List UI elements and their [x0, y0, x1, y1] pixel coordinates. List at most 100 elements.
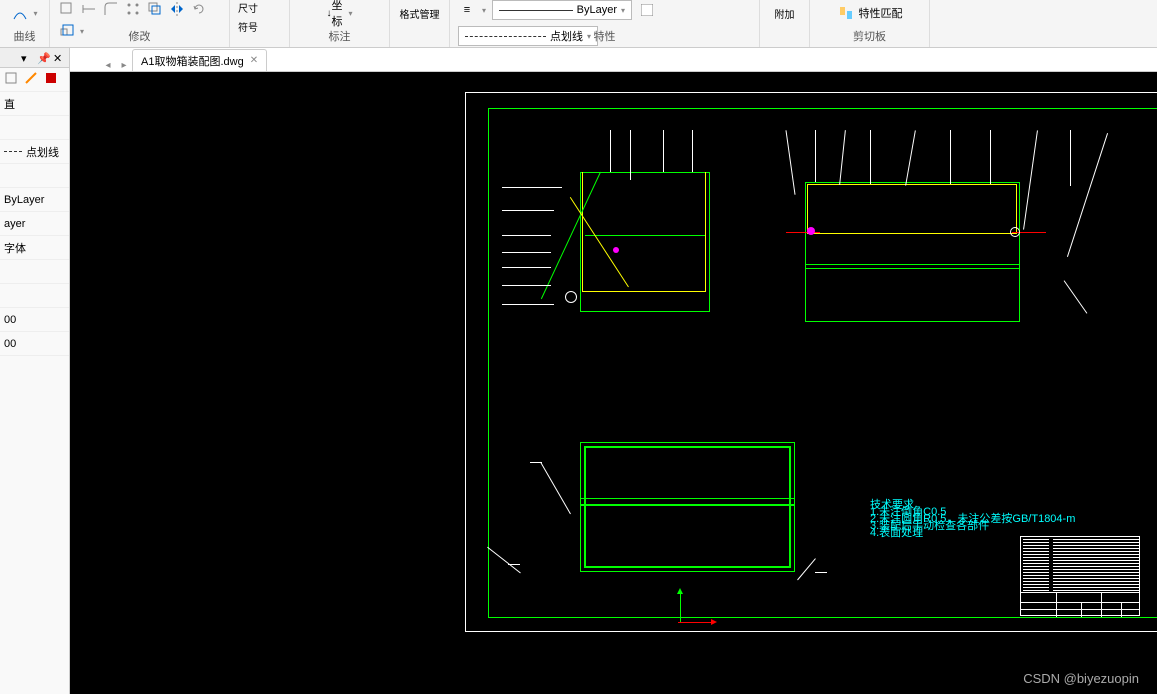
coord-icon[interactable]: ↓坐标: [326, 4, 344, 22]
attach-label: 附加: [775, 6, 795, 21]
extend-icon[interactable]: [80, 0, 98, 18]
ribbon-label-annotate: 标注: [329, 28, 351, 44]
ribbon-group-curve: ▾ 曲线: [0, 0, 50, 47]
ribbon-group-dim1: 尺寸 符号: [230, 0, 290, 47]
prop-v2-text: 00: [4, 338, 16, 350]
tb-line: [1121, 602, 1122, 617]
leader: [870, 130, 871, 184]
centerline-red: [786, 232, 820, 233]
circle-detail: [565, 291, 577, 303]
lineweight-icon[interactable]: ≡: [458, 1, 476, 19]
leader: [1070, 130, 1071, 186]
dropdown-icon[interactable]: ▾: [482, 6, 486, 15]
ribbon-label-modify: 修改: [129, 28, 151, 44]
tab-prev-icon[interactable]: ◂: [100, 60, 116, 71]
dim-label-partial: 尺寸: [238, 0, 258, 15]
technical-notes: 技术要求 1.未注倒角C0.5 2.未注圆角R0.5，未注公差按GB/T1804…: [870, 502, 1075, 537]
leader: [502, 187, 562, 188]
prop-row-linetype[interactable]: 点划线: [0, 140, 69, 164]
prop-v1-text: 00: [4, 314, 16, 326]
leader: [502, 252, 551, 253]
prop-row-layer[interactable]: ayer: [0, 212, 69, 236]
fillet-icon[interactable]: [102, 0, 120, 18]
document-tab-bar: ◂ ▸ A1取物箱装配图.dwg ✕: [70, 48, 1157, 72]
trim-icon[interactable]: [58, 0, 76, 18]
scale-icon[interactable]: [58, 22, 76, 40]
tool1-icon[interactable]: [4, 71, 18, 88]
menu-icon[interactable]: ▾: [21, 52, 33, 64]
pin-icon[interactable]: 📌: [37, 52, 49, 64]
ribbon-group-properties: ≡ ▾ ByLayer ▾ 点划线 ▾ 特性: [450, 0, 760, 47]
document-tab[interactable]: A1取物箱装配图.dwg ✕: [132, 49, 267, 71]
close-icon[interactable]: ✕: [53, 52, 65, 64]
tab-close-icon[interactable]: ✕: [250, 55, 258, 66]
color-icon[interactable]: [638, 1, 656, 19]
rotate-icon[interactable]: [190, 0, 208, 18]
drawing-canvas[interactable]: 技术要求 1.未注倒角C0.5 2.未注圆角R0.5，未注公差按GB/T1804…: [70, 72, 1157, 694]
bom-rows: [1053, 537, 1139, 591]
prop-row-1[interactable]: [0, 116, 69, 140]
ribbon-spacer: [783, 28, 786, 40]
prop-row-v2[interactable]: 00: [0, 332, 69, 356]
ucs-y-axis: [680, 592, 681, 622]
ucs-x-arrow: [711, 619, 717, 625]
prop-row-3[interactable]: [0, 260, 69, 284]
dropdown-icon[interactable]: ▾: [348, 9, 352, 18]
leader: [610, 130, 611, 172]
tool2-icon[interactable]: [24, 71, 38, 88]
ribbon-label-clipboard: 剪切板: [853, 28, 886, 44]
ribbon-group-fmt: 格式管理: [390, 0, 450, 47]
prop-row-2[interactable]: [0, 164, 69, 188]
tb-line: [1056, 592, 1057, 617]
leader: [502, 285, 551, 286]
prop-input-0[interactable]: [4, 98, 65, 110]
curve-tool-icon[interactable]: [11, 4, 29, 22]
prop-layer-text: ayer: [4, 218, 25, 230]
watermark: CSDN @biyezuopin: [1023, 671, 1139, 686]
pivot-magenta: [613, 247, 619, 253]
cad-edge: [585, 235, 705, 236]
offset-icon[interactable]: [146, 0, 164, 18]
tool3-icon[interactable]: [44, 71, 58, 88]
prop-row-font[interactable]: 字体: [0, 236, 69, 260]
prop-row-0[interactable]: [0, 92, 69, 116]
prop-row-v1[interactable]: 00: [0, 308, 69, 332]
tab-next-icon[interactable]: ▸: [116, 60, 132, 71]
prop-row-4[interactable]: [0, 284, 69, 308]
prop-linetype-text: 点划线: [26, 144, 59, 160]
cad-edge: [805, 264, 1020, 265]
leader: [502, 267, 551, 268]
dropdown-icon[interactable]: ▾: [80, 27, 84, 36]
mirror-icon[interactable]: [168, 0, 186, 18]
linetype-dashdot-text: 点划线: [550, 28, 583, 44]
prop-bylayer-text: ByLayer: [4, 194, 44, 206]
ribbon-toolbar: ▾ 曲线 ▾ 修改 尺寸 符号 ↓坐标 ▾ 标注 格: [0, 0, 1157, 48]
leader: [663, 130, 664, 172]
prop-row-bylayer[interactable]: ByLayer: [0, 188, 69, 212]
tab-filename: A1取物箱装配图.dwg: [141, 53, 244, 69]
cad-edge: [580, 498, 795, 499]
match-properties-icon[interactable]: [837, 4, 855, 22]
ribbon-group-clipboard: 特性匹配 剪切板: [810, 0, 930, 47]
leader: [692, 130, 693, 172]
linetype-dashdot-dropdown[interactable]: 点划线 ▾: [458, 26, 598, 46]
dropdown-icon[interactable]: ▾: [33, 9, 37, 18]
ribbon-spacer: [418, 28, 421, 40]
linetype-bylayer-dropdown[interactable]: ByLayer ▾: [492, 0, 632, 20]
panel-toolbar: [0, 68, 69, 92]
properties-panel: ▾ 📌 ✕ 点划线 ByLayer ayer 字体 00 00: [0, 48, 70, 694]
array-icon[interactable]: [124, 0, 142, 18]
leader: [990, 130, 991, 184]
ucs-x-axis: [678, 622, 713, 623]
circle-detail: [1010, 227, 1020, 237]
pivot-magenta: [807, 227, 815, 235]
leader: [950, 130, 951, 184]
title-block: [1020, 536, 1140, 616]
leader: [502, 235, 551, 236]
panel-header: ▾ 📌 ✕: [0, 48, 69, 68]
leader: [502, 304, 554, 305]
tb-line: [1101, 592, 1102, 617]
match-properties-label: 特性匹配: [859, 5, 903, 21]
ribbon-group-annotate: ↓坐标 ▾ 标注: [290, 0, 390, 47]
format-mgmt-label: 格式管理: [400, 6, 440, 21]
